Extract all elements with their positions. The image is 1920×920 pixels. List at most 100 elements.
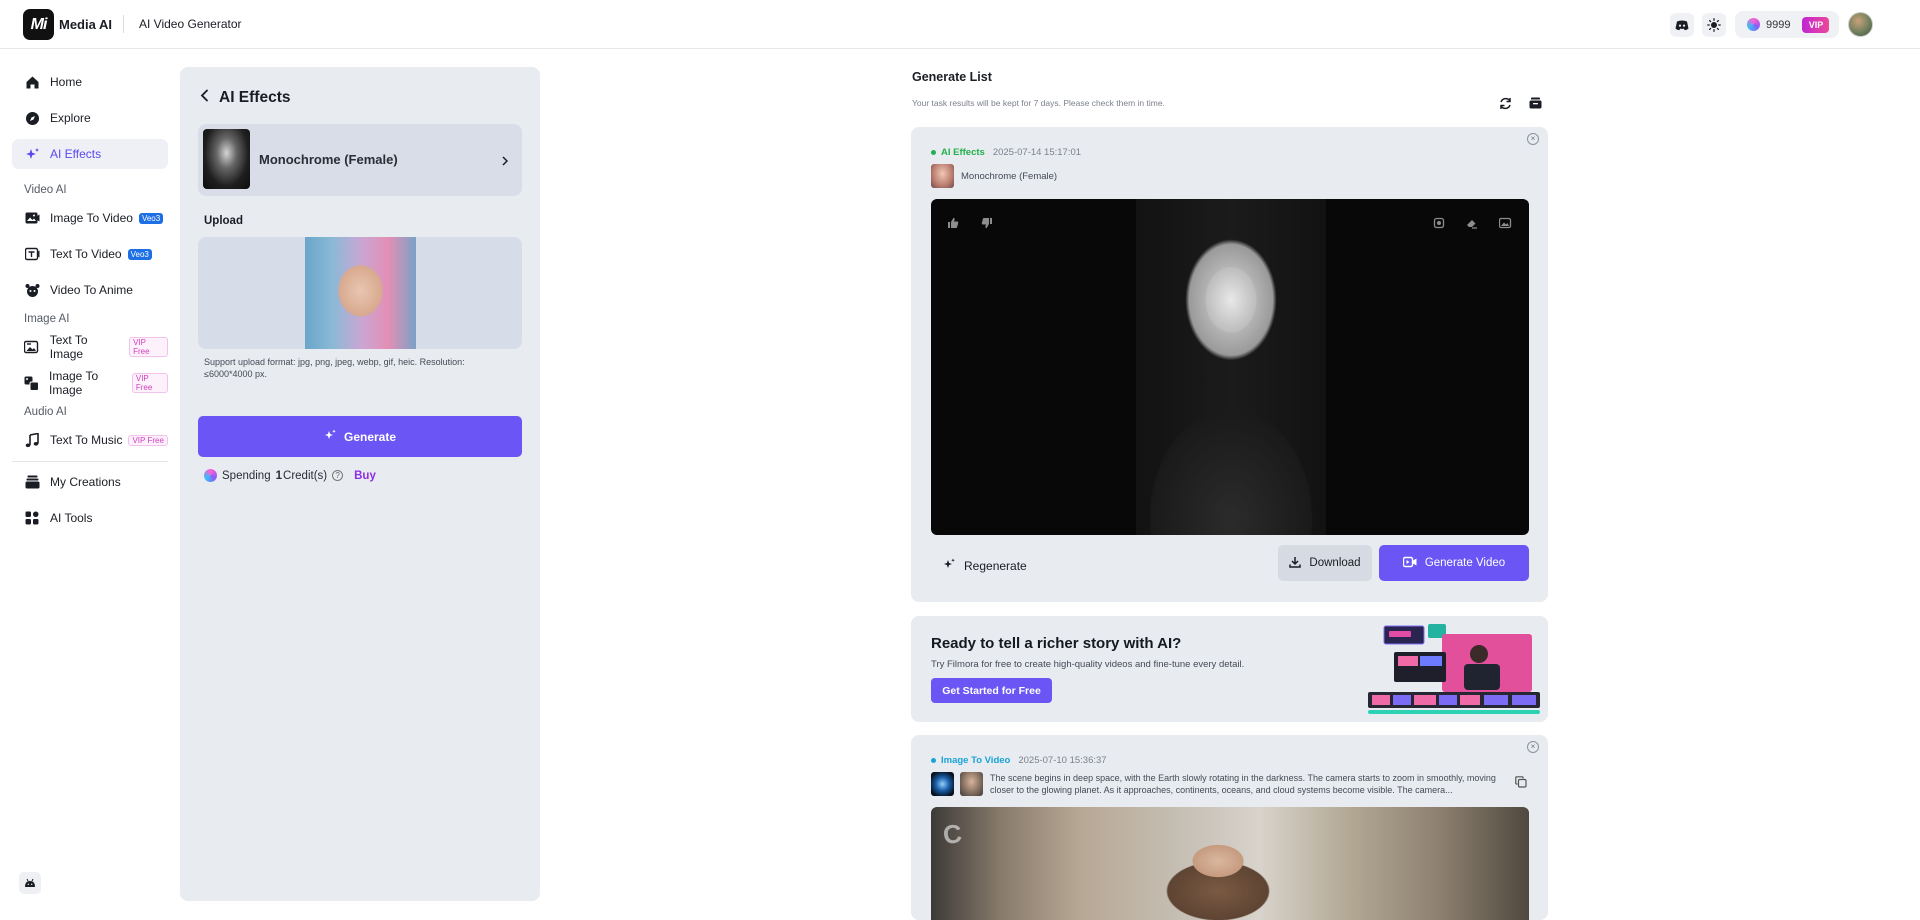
sparkle-icon xyxy=(943,558,956,574)
image-image-icon xyxy=(24,375,39,391)
copy-icon[interactable] xyxy=(1515,775,1527,793)
sidebar-item-explore[interactable]: Explore xyxy=(12,103,168,133)
task-type: Image To Video xyxy=(941,755,1011,766)
upload-hint: Support upload format: jpg, png, jpeg, w… xyxy=(204,357,465,380)
download-button[interactable]: Download xyxy=(1278,545,1372,581)
vip-free-badge: VIP Free xyxy=(128,434,168,446)
sidebar-item-video-to-anime[interactable]: Video To Anime xyxy=(12,275,168,305)
help-icon[interactable]: ? xyxy=(332,470,344,481)
generate-video-button[interactable]: Generate Video xyxy=(1379,545,1529,581)
sidebar-item-ai-effects[interactable]: AI Effects xyxy=(12,139,168,169)
creations-icon xyxy=(24,474,40,490)
spending-suffix: Credit(s) xyxy=(283,469,328,482)
image-video-icon xyxy=(24,210,40,226)
effect-thumbnail xyxy=(203,129,250,189)
credit-gem-icon xyxy=(1747,18,1760,31)
effects-panel-header: AI Effects xyxy=(200,89,291,107)
filmora-promo: Ready to tell a richer story with AI? Tr… xyxy=(911,616,1548,722)
task-date: 2025-07-14 15:17:01 xyxy=(992,147,1082,158)
sidebar-item-home[interactable]: Home xyxy=(12,67,168,97)
task-date: 2025-07-10 15:36:37 xyxy=(1018,755,1107,766)
upload-label: Upload xyxy=(204,215,243,227)
effect-name: Monochrome (Female) xyxy=(259,152,398,167)
archive-icon[interactable] xyxy=(1527,95,1543,111)
close-icon[interactable]: × xyxy=(1527,741,1539,753)
sidebar-item-label: Explore xyxy=(50,111,91,125)
task-type: AI Effects xyxy=(941,147,985,158)
sidebar-item-text-to-video[interactable]: Text To Video Veo3 xyxy=(12,239,168,269)
vip-badge: VIP xyxy=(1802,16,1830,33)
brand-name: Media AI xyxy=(59,17,112,32)
sidebar-item-label: AI Effects xyxy=(50,147,102,161)
credit-spending: Spending 1 Credit(s) ? Buy xyxy=(204,469,376,482)
buy-link[interactable]: Buy xyxy=(354,470,376,482)
logo-text: Mi xyxy=(30,15,48,33)
close-icon[interactable]: × xyxy=(1527,133,1539,145)
sidebar-item-label: My Creations xyxy=(50,475,121,489)
promo-illustration xyxy=(1368,624,1540,714)
street-sign-graphic: C xyxy=(941,817,966,851)
spending-amount: 1 xyxy=(275,469,283,482)
sidebar-item-label: Text To Image xyxy=(49,333,88,361)
download-icon xyxy=(1289,556,1302,571)
sidebar-item-image-to-video[interactable]: Image To Video Veo3 xyxy=(12,203,168,233)
download-label: Download xyxy=(1309,557,1361,569)
task-header: AI Effects 2025-07-14 15:17:01 xyxy=(931,147,1081,158)
sidebar-item-label: Image To Image xyxy=(49,369,99,397)
app-title: AI Video Generator xyxy=(139,17,242,31)
task-prompt: The scene begins in deep space, with the… xyxy=(990,773,1496,796)
image-edit-icon[interactable] xyxy=(1497,215,1513,231)
credit-gem-icon xyxy=(204,469,217,482)
credits-pill[interactable]: 9999 VIP xyxy=(1735,11,1839,38)
top-bar: Mi Media AI AI Video Generator 9999 VIP xyxy=(0,0,1920,49)
sidebar-item-label: Text To Video xyxy=(50,247,122,261)
android-app-icon[interactable] xyxy=(19,872,41,894)
thumbs-down-icon[interactable] xyxy=(979,215,995,231)
generate-list-title: Generate List xyxy=(912,70,992,84)
source-thumbnail xyxy=(931,164,954,188)
sidebar-item-my-creations[interactable]: My Creations xyxy=(12,467,168,497)
tools-grid-icon xyxy=(24,510,40,526)
spending-prefix: Spending xyxy=(222,469,271,482)
refresh-icon[interactable] xyxy=(1497,95,1513,111)
result-video-preview[interactable]: C xyxy=(931,807,1529,920)
discord-icon[interactable] xyxy=(1670,13,1694,37)
sidebar-item-image-to-image[interactable]: Image To Image VIP Free xyxy=(12,368,168,398)
task-effect-name: Monochrome (Female) xyxy=(961,171,1058,182)
regenerate-button[interactable]: Regenerate xyxy=(943,558,1027,574)
thumbs-up-icon[interactable] xyxy=(945,215,961,231)
sidebar-item-ai-tools[interactable]: AI Tools xyxy=(12,503,168,533)
user-avatar[interactable] xyxy=(1848,12,1873,37)
monochrome-portrait xyxy=(1136,199,1326,535)
sidebar-item-text-to-music[interactable]: Text To Music VIP Free xyxy=(12,425,168,455)
sidebar-item-label: AI Tools xyxy=(50,511,93,525)
task-card-image-to-video: × Image To Video 2025-07-10 15:36:37 The… xyxy=(911,735,1548,920)
anime-face-icon xyxy=(24,282,40,298)
sidebar-item-text-to-image[interactable]: Text To Image VIP Free xyxy=(12,332,168,362)
compass-icon xyxy=(24,110,40,126)
generate-button[interactable]: Generate xyxy=(198,416,522,457)
source-thumbnail-portrait xyxy=(960,772,983,796)
sidebar-item-label: Text To Music xyxy=(50,433,123,447)
result-image[interactable] xyxy=(931,199,1529,535)
upload-dropzone[interactable] xyxy=(198,237,522,349)
text-image-icon xyxy=(24,339,40,355)
task-header: Image To Video 2025-07-10 15:36:37 xyxy=(931,755,1107,766)
back-chevron-icon[interactable] xyxy=(200,89,209,107)
sun-icon[interactable] xyxy=(1702,13,1726,37)
effect-selector[interactable]: Monochrome (Female) xyxy=(198,124,522,196)
app-logo[interactable]: Mi xyxy=(23,9,54,40)
regenerate-label: Regenerate xyxy=(964,559,1027,573)
generate-label: Generate xyxy=(343,429,397,444)
text-video-icon xyxy=(24,246,40,262)
status-dot xyxy=(931,150,936,155)
task-card-ai-effects: × AI Effects 2025-07-14 15:17:01 Monochr… xyxy=(911,127,1548,602)
uploaded-image xyxy=(305,237,416,349)
generate-list-subtitle: Your task results will be kept for 7 day… xyxy=(912,98,1165,108)
get-started-button[interactable]: Get Started for Free xyxy=(931,678,1052,703)
sidebar-item-label: Image To Video xyxy=(50,211,133,225)
sidebar-item-label: Video To Anime xyxy=(50,283,133,297)
enhance-icon[interactable] xyxy=(1431,215,1447,231)
vip-free-badge: VIP Free xyxy=(129,337,168,357)
eraser-icon[interactable] xyxy=(1464,215,1480,231)
